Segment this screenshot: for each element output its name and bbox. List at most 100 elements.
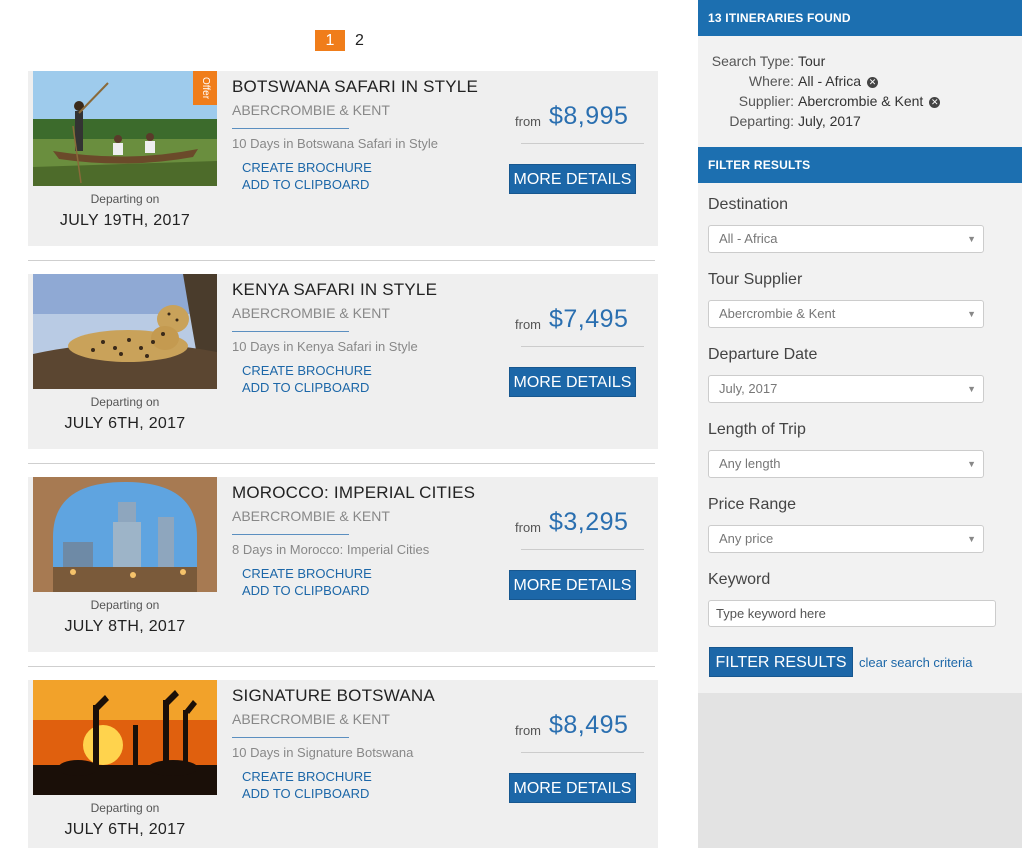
tour-title[interactable]: Botswana Safari in Style bbox=[232, 77, 478, 97]
supplier-value: Abercrombie & Kent bbox=[798, 93, 924, 109]
chevron-down-icon: ▼ bbox=[967, 459, 976, 469]
create-brochure-link[interactable]: Create Brochure bbox=[242, 160, 372, 175]
card-divider bbox=[28, 260, 655, 261]
divider bbox=[232, 737, 349, 738]
departing-label: Departing on bbox=[90, 395, 160, 409]
tour-supplier-select[interactable]: Abercrombie & Kent ▼ bbox=[708, 300, 984, 328]
trip-length-value: Any length bbox=[719, 456, 781, 471]
departing-label: Departing on bbox=[90, 192, 160, 206]
tour-supplier: Abercrombie & Kent bbox=[232, 711, 390, 727]
card-divider bbox=[28, 666, 655, 667]
add-to-clipboard-link[interactable]: Add to Clipboard bbox=[242, 583, 369, 598]
departing-value: July, 2017 bbox=[798, 113, 861, 129]
divider bbox=[521, 346, 644, 347]
tour-description: 8 Days in Morocco: Imperial Cities bbox=[232, 542, 430, 557]
search-type-value: Tour bbox=[798, 53, 826, 69]
tour-image-morocco[interactable] bbox=[33, 477, 217, 592]
create-brochure-link[interactable]: Create Brochure bbox=[242, 566, 372, 581]
chevron-down-icon: ▼ bbox=[967, 234, 976, 244]
chevron-down-icon: ▼ bbox=[967, 384, 976, 394]
divider bbox=[232, 128, 349, 129]
divider bbox=[521, 752, 644, 753]
more-details-button[interactable]: MORE DETAILS bbox=[509, 773, 636, 803]
trip-length-label: Length of Trip bbox=[708, 421, 806, 438]
departing-label: Departing: bbox=[729, 113, 794, 129]
tour-supplier: Abercrombie & Kent bbox=[232, 508, 390, 524]
card-divider bbox=[28, 463, 655, 464]
departing-label: Departing on bbox=[90, 801, 160, 815]
tour-supplier-value: Abercrombie & Kent bbox=[719, 306, 836, 321]
price-from-label: from bbox=[515, 317, 541, 332]
price-from-label: from bbox=[515, 114, 541, 129]
tour-supplier-label: Tour Supplier bbox=[708, 271, 803, 288]
offer-badge: Offer bbox=[193, 71, 217, 105]
destination-value: All - Africa bbox=[719, 231, 778, 246]
departure-date-label: Departure Date bbox=[708, 346, 818, 363]
filter-results-header: Filter Results bbox=[698, 147, 1022, 183]
chevron-down-icon: ▼ bbox=[967, 534, 976, 544]
price-range-value: Any price bbox=[719, 531, 774, 546]
supplier-row: Supplier: Abercrombie & Kent ✕ bbox=[698, 93, 1022, 113]
tour-image-botswana[interactable]: Offer bbox=[33, 71, 217, 186]
trip-length-select[interactable]: Any length ▼ bbox=[708, 450, 984, 478]
tour-card: Departing on JULY 6TH, 2017 Signature Bo… bbox=[28, 680, 658, 848]
add-to-clipboard-link[interactable]: Add to Clipboard bbox=[242, 786, 369, 801]
tour-title[interactable]: Kenya Safari in Style bbox=[232, 280, 437, 300]
departing-date: JULY 6TH, 2017 bbox=[64, 821, 186, 838]
supplier-value-wrap: Abercrombie & Kent ✕ bbox=[798, 93, 941, 109]
remove-where-icon[interactable]: ✕ bbox=[867, 76, 879, 88]
destination-label: Destination bbox=[708, 196, 789, 213]
sidebar-panel: 13 Itineraries Found Search Type: Tour W… bbox=[698, 0, 1022, 693]
departing-date: JULY 19TH, 2017 bbox=[59, 212, 191, 229]
tour-card: Offer Departing on JULY 19TH, 2017 Botsw… bbox=[28, 71, 658, 246]
page-2-link[interactable]: 2 bbox=[355, 30, 369, 51]
remove-supplier-icon[interactable]: ✕ bbox=[929, 96, 941, 108]
more-details-button[interactable]: MORE DETAILS bbox=[509, 570, 636, 600]
tour-price: $8,995 bbox=[549, 102, 629, 130]
sidebar: 13 Itineraries Found Search Type: Tour W… bbox=[698, 0, 1022, 848]
where-row: Where: All - Africa ✕ bbox=[698, 73, 1022, 93]
where-label: Where: bbox=[748, 73, 794, 89]
divider bbox=[232, 534, 349, 535]
tour-description: 10 Days in Kenya Safari in Style bbox=[232, 339, 418, 354]
destination-select[interactable]: All - Africa ▼ bbox=[708, 225, 984, 253]
tour-price: $8,495 bbox=[549, 711, 629, 739]
departure-date-value: July, 2017 bbox=[719, 381, 778, 396]
search-type-row: Search Type: Tour bbox=[698, 53, 1022, 73]
where-value: All - Africa bbox=[798, 73, 862, 89]
tour-supplier: Abercrombie & Kent bbox=[232, 102, 390, 118]
tour-image-signature-botswana[interactable] bbox=[33, 680, 217, 795]
price-range-label: Price Range bbox=[708, 496, 797, 513]
tour-supplier: Abercrombie & Kent bbox=[232, 305, 390, 321]
price-range-select[interactable]: Any price ▼ bbox=[708, 525, 984, 553]
departing-date: JULY 6TH, 2017 bbox=[64, 415, 186, 432]
where-value-wrap: All - Africa ✕ bbox=[798, 73, 879, 89]
divider bbox=[521, 143, 644, 144]
chevron-down-icon: ▼ bbox=[967, 309, 976, 319]
tour-title[interactable]: Morocco: Imperial Cities bbox=[232, 483, 475, 503]
more-details-button[interactable]: MORE DETAILS bbox=[509, 164, 636, 194]
tour-price: $7,495 bbox=[549, 305, 629, 333]
page-1-link[interactable]: 1 bbox=[315, 30, 345, 51]
add-to-clipboard-link[interactable]: Add to Clipboard bbox=[242, 380, 369, 395]
tour-title[interactable]: Signature Botswana bbox=[232, 686, 435, 706]
pagination: 1 2 bbox=[315, 30, 369, 51]
tour-card: Departing on JULY 6TH, 2017 Kenya Safari… bbox=[28, 274, 658, 449]
create-brochure-link[interactable]: Create Brochure bbox=[242, 363, 372, 378]
search-type-label: Search Type: bbox=[711, 53, 794, 69]
tour-description: 10 Days in Signature Botswana bbox=[232, 745, 414, 760]
create-brochure-link[interactable]: Create Brochure bbox=[242, 769, 372, 784]
price-from-label: from bbox=[515, 723, 541, 738]
more-details-button[interactable]: MORE DETAILS bbox=[509, 367, 636, 397]
filter-results-button[interactable]: Filter Results bbox=[709, 647, 853, 677]
tour-image-kenya[interactable] bbox=[33, 274, 217, 389]
keyword-label: Keyword bbox=[708, 571, 771, 588]
tour-price: $3,295 bbox=[549, 508, 629, 536]
clear-search-link[interactable]: clear search criteria bbox=[859, 655, 972, 670]
add-to-clipboard-link[interactable]: Add to Clipboard bbox=[242, 177, 369, 192]
departure-date-select[interactable]: July, 2017 ▼ bbox=[708, 375, 984, 403]
tour-card: Departing on JULY 8TH, 2017 Morocco: Imp… bbox=[28, 477, 658, 652]
departing-date: JULY 8TH, 2017 bbox=[64, 618, 186, 635]
keyword-input[interactable] bbox=[708, 600, 996, 627]
price-from-label: from bbox=[515, 520, 541, 535]
